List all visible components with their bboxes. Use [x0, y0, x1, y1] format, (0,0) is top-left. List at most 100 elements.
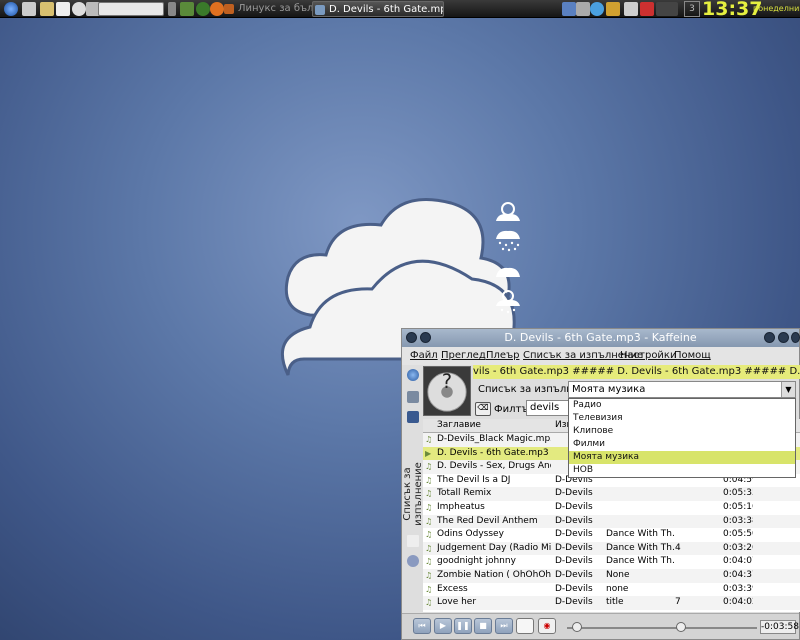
table-row[interactable]: ♫ goodnight johnny D-Devils Dance With Th..…: [423, 555, 800, 569]
album-cover: ?: [423, 366, 471, 416]
table-row[interactable]: ♫ Love her D-Devils title 7 0:04:02: [423, 596, 800, 610]
cell-album: Dance With Th...: [606, 529, 674, 540]
start-tab-icon[interactable]: [407, 369, 419, 381]
maximize-button[interactable]: [778, 332, 789, 343]
cell-album: None: [606, 569, 630, 580]
disc-icon[interactable]: [72, 2, 86, 16]
kaffeine-icon: [315, 5, 325, 15]
audio-file-icon: ♫: [425, 543, 433, 553]
side-tabs: Списък за изпълнение: [402, 365, 424, 635]
kmenu-icon[interactable]: [4, 2, 18, 16]
table-row[interactable]: ♫ Judgement Day (Radio Mix) D-Devils Dance …: [423, 541, 800, 556]
cell-title: Odins Odyssey: [437, 529, 504, 540]
dropdown-option[interactable]: Радио: [569, 399, 795, 412]
cell-length: 0:04:02: [723, 597, 753, 608]
cell-length: 0:04:37: [723, 569, 753, 580]
sun-rain-icon: [496, 290, 520, 314]
chevron-down-icon[interactable]: [168, 2, 176, 16]
minimize-button[interactable]: [764, 332, 775, 343]
stop-icon[interactable]: ■: [474, 618, 492, 634]
player-controls: ⏮ ▶ ❚❚ ■ ⏭ ◉ -0:03:58: [402, 613, 799, 639]
play-icon[interactable]: ▶: [434, 618, 452, 634]
cell-track: 4: [675, 542, 681, 553]
firefox-icon: [224, 4, 234, 14]
chevron-down-icon[interactable]: ▼: [781, 382, 795, 397]
table-row[interactable]: ♫ Excess D-Devils none 0:03:39: [423, 583, 800, 597]
next-icon[interactable]: ⏭: [495, 618, 513, 634]
dropdown-option[interactable]: Клипове: [569, 425, 795, 438]
audio-file-icon: ♫: [425, 489, 433, 499]
clear-filter-button[interactable]: ⌫: [475, 402, 491, 416]
alert-icon[interactable]: [640, 2, 654, 16]
cell-artist: D-Devils: [555, 501, 593, 512]
volume-handle[interactable]: [676, 622, 686, 632]
seek-handle[interactable]: [571, 622, 582, 632]
close-button[interactable]: [791, 332, 800, 343]
playlist-selected-value: Моята музика: [572, 384, 646, 395]
dropdown-option[interactable]: Телевизия: [569, 412, 795, 425]
audio-file-icon: ♫: [425, 530, 433, 540]
column-title[interactable]: Заглавие: [437, 420, 481, 430]
svg-text:?: ?: [442, 370, 452, 393]
monitor-icon[interactable]: [656, 2, 678, 16]
sun-cloud-icon: [496, 202, 520, 221]
pause-icon[interactable]: ❚❚: [454, 618, 472, 634]
menu-view[interactable]: Преглед: [441, 350, 486, 361]
quick-launch-input[interactable]: [98, 2, 164, 16]
title-bar[interactable]: D. Devils - 6th Gate.mp3 - Kaffeine: [402, 329, 800, 347]
top-panel: Линукс за българи: Галерия D. Devils - 6…: [0, 0, 800, 20]
mute-icon[interactable]: ◉: [538, 618, 556, 634]
globe-icon[interactable]: [196, 2, 210, 16]
clipboard-icon[interactable]: [576, 2, 590, 16]
cell-title: D. Devils - 6th Gate.mp3: [437, 447, 549, 458]
clock-day: понеделник: [753, 4, 800, 13]
previous-icon[interactable]: ⏮: [413, 618, 431, 634]
cell-title: Totall Remix: [437, 488, 492, 499]
cell-track: 7: [675, 597, 681, 608]
dropdown-option[interactable]: Моята музика: [569, 451, 795, 464]
table-row[interactable]: ♫ The Red Devil Anthem D-Devils 0:03:38: [423, 514, 800, 529]
table-row[interactable]: ♫ Odins Odyssey D-Devils Dance With Th... 0:…: [423, 528, 800, 542]
cell-title: D. Devils - Sex, Drugs And ...: [437, 461, 551, 472]
tv-tab-icon[interactable]: [407, 411, 419, 423]
cell-artist: D-Devils: [555, 488, 593, 499]
folder-icon[interactable]: [40, 2, 54, 16]
back-arrow-icon[interactable]: [22, 2, 36, 16]
terminal-icon[interactable]: [56, 2, 70, 16]
playlist-dropdown: Радио Телевизия Клипове Филми Моята музика НО…: [568, 398, 796, 478]
table-row[interactable]: ♫ Impheatus D-Devils 0:05:16: [423, 501, 800, 515]
desktop-pager[interactable]: 3: [684, 1, 700, 17]
cell-album: Dance With Th...: [606, 542, 674, 553]
menu-player[interactable]: Плеър: [486, 350, 519, 361]
kaffeine-window: D. Devils - 6th Gate.mp3 - Kaffeine Файл…: [401, 328, 800, 640]
task-gallery[interactable]: Линукс за българи: Галерия: [222, 1, 322, 17]
seek-slider[interactable]: [567, 627, 757, 629]
menu-help[interactable]: Помощ: [674, 350, 711, 361]
fullscreen-icon[interactable]: [516, 618, 534, 634]
clock-tab-icon[interactable]: [407, 555, 419, 567]
browser-icon[interactable]: [180, 2, 194, 16]
update-icon[interactable]: [606, 2, 620, 16]
audio-file-icon: ♫: [425, 435, 433, 444]
dropdown-option[interactable]: НОВ: [569, 464, 795, 477]
table-row[interactable]: ♫ Totall Remix D-Devils 0:05:35: [423, 487, 800, 501]
time-display[interactable]: -0:03:58: [760, 620, 799, 634]
audio-file-icon: ♫: [425, 475, 433, 485]
audio-file-icon: ♫: [425, 598, 433, 608]
cell-length: 0:03:39: [723, 583, 753, 594]
audiocd-tab-icon[interactable]: [407, 535, 419, 547]
network-icon[interactable]: [562, 2, 576, 16]
weather-tray-icon[interactable]: [590, 2, 604, 16]
menu-settings[interactable]: Настройки: [620, 350, 676, 361]
cell-length: 0:03:38: [723, 515, 753, 526]
player-tab-icon[interactable]: [407, 391, 419, 403]
cell-title: goodnight johnny: [437, 556, 516, 567]
wifi-icon[interactable]: [624, 2, 638, 16]
task-kaffeine[interactable]: D. Devils - 6th Gate.mp3 - Kaffeine: [312, 1, 444, 17]
menu-file[interactable]: Файл: [410, 350, 438, 361]
table-row[interactable]: ♫ Zombie Nation ( OhOhOh ... D-Devils None 0…: [423, 568, 800, 583]
playlist-select[interactable]: Моята музика ▼: [568, 381, 796, 398]
dropdown-option[interactable]: Филми: [569, 438, 795, 451]
pager-label: 3: [689, 4, 695, 14]
cell-artist: D-Devils: [555, 529, 593, 540]
